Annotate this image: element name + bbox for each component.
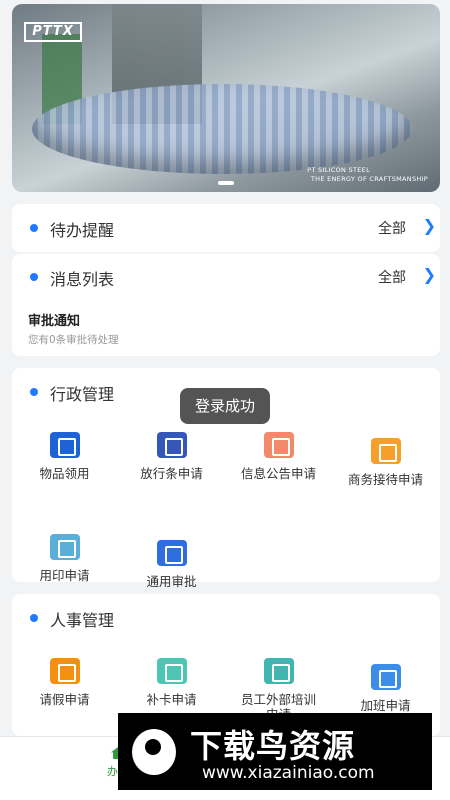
- banner-steel-coil: [32, 84, 412, 174]
- bullet-icon: [30, 224, 38, 232]
- messages-more-link[interactable]: 全部: [378, 267, 406, 287]
- banner[interactable]: PTTX PT SILICON STEEL THE ENERGY OF CRAF…: [12, 4, 440, 192]
- bullet-icon: [30, 614, 38, 622]
- item-label: 用印申请: [39, 568, 90, 583]
- banner-tagline-2: THE ENERGY OF CRAFTSMANSHIP: [310, 175, 428, 183]
- calendar-icon: [156, 658, 187, 684]
- announcement-icon: [263, 432, 294, 458]
- banner-pagination-dot[interactable]: [218, 181, 234, 185]
- messages-card: 消息列表 全部 ❯ 审批通知 您有0条审批待处理: [12, 254, 440, 356]
- admin-title: 行政管理: [50, 385, 115, 404]
- business-reception-button[interactable]: 商务接待申请: [333, 438, 438, 487]
- pass-application-button[interactable]: 放行条申请: [119, 432, 224, 481]
- watermark-url: www.xiazainiao.com: [202, 763, 375, 783]
- seal-application-button[interactable]: 用印申请: [12, 534, 117, 583]
- item-label: 补卡申请: [146, 692, 197, 707]
- item-label: 物品领用: [39, 466, 90, 481]
- todo-card[interactable]: 待办提醒 全部 ❯: [12, 204, 440, 252]
- chevron-right-icon[interactable]: ❯: [423, 216, 436, 235]
- bird-logo-icon: [132, 729, 176, 775]
- bullet-icon: [30, 388, 38, 396]
- notice-title: 审批通知: [28, 314, 81, 329]
- todo-more-link[interactable]: 全部: [378, 218, 406, 238]
- overtime-icon: [370, 664, 401, 690]
- hr-title: 人事管理: [50, 611, 115, 630]
- goods-requisition-button[interactable]: 物品领用: [12, 432, 117, 481]
- login-success-toast: 登录成功: [180, 388, 270, 424]
- announcement-application-button[interactable]: 信息公告申请: [226, 432, 331, 481]
- item-label: 信息公告申请: [240, 466, 316, 481]
- seal-icon: [49, 534, 80, 560]
- chevron-right-icon[interactable]: ❯: [423, 265, 436, 284]
- brand-logo: PTTX: [24, 22, 82, 42]
- todo-title: 待办提醒: [50, 221, 115, 240]
- general-approval-button[interactable]: 通用审批: [119, 540, 224, 589]
- item-label: 商务接待申请: [347, 472, 423, 487]
- watermark-title: 下载鸟资源: [190, 727, 356, 765]
- leave-application-button[interactable]: 请假申请: [12, 658, 117, 707]
- notice-subtitle: 您有0条审批待处理: [28, 334, 119, 346]
- pass-icon: [156, 432, 187, 458]
- training-icon: [263, 658, 294, 684]
- watermark: 下载鸟资源 www.xiazainiao.com: [118, 713, 432, 790]
- overtime-application-button[interactable]: 加班申请: [333, 664, 438, 713]
- item-label: 请假申请: [39, 692, 90, 707]
- clock-in-correction-button[interactable]: 补卡申请: [119, 658, 224, 707]
- messages-title: 消息列表: [50, 270, 115, 289]
- bullet-icon: [30, 273, 38, 281]
- item-label: 加班申请: [360, 698, 411, 713]
- item-label: 通用审批: [146, 574, 197, 589]
- approval-icon: [156, 540, 187, 566]
- item-label: 放行条申请: [140, 466, 203, 481]
- goods-icon: [49, 432, 80, 458]
- banner-tagline: PT SILICON STEEL: [307, 166, 370, 174]
- coffee-icon: [370, 438, 401, 464]
- leave-icon: [49, 658, 80, 684]
